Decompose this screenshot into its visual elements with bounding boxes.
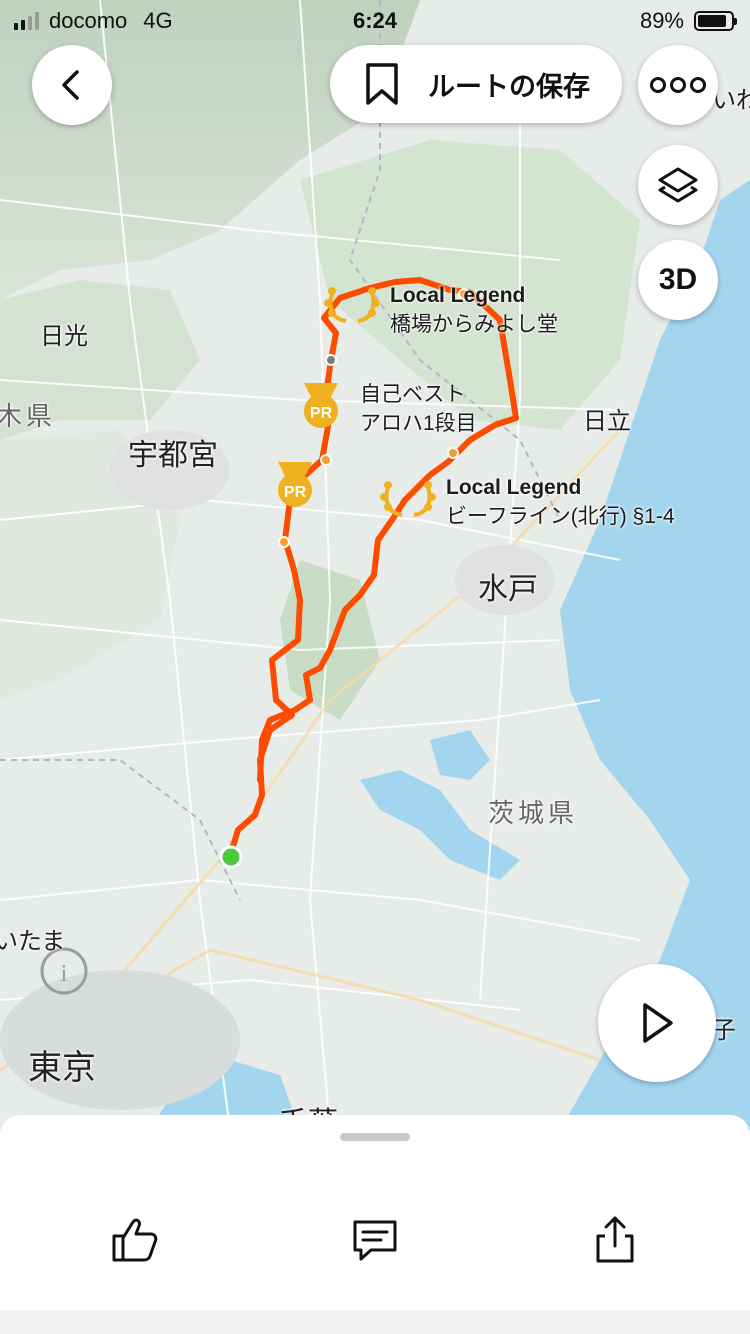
annotation-title: Local Legend (390, 284, 526, 307)
back-button[interactable] (32, 45, 112, 125)
label-hitachi: 日立 (583, 408, 631, 435)
pr-badge: PR (304, 383, 338, 428)
map-layers-button[interactable] (638, 145, 718, 225)
map-canvas: i PR PR (0, 0, 750, 1130)
label-saitama: いたま (0, 928, 66, 955)
battery-icon (694, 11, 737, 31)
bookmark-icon (366, 63, 398, 105)
svg-text:i: i (61, 961, 68, 987)
annotation-subtitle: 橋場からみよし堂 (390, 313, 558, 336)
clock: 6:24 (352, 8, 398, 33)
pr-badge: PR (278, 462, 312, 507)
play-icon (643, 1003, 673, 1043)
label-ibaraki: 茨城県 (488, 798, 579, 828)
share-icon (596, 1216, 634, 1263)
comment-icon (353, 1220, 397, 1261)
comment-button[interactable] (345, 1210, 405, 1270)
annotation-title: Local Legend (446, 476, 582, 499)
annotation-subtitle: アロハ1段目 (360, 412, 477, 435)
annotation-subtitle: ビーフライン(北行) §1-4 (446, 505, 675, 528)
layers-icon (658, 167, 698, 203)
more-button[interactable] (638, 45, 718, 125)
svg-text:PR: PR (310, 405, 333, 422)
status-bar: docomo 4G 6:24 89% (0, 0, 750, 40)
label-utsunomiya: 宇都宮 (128, 439, 218, 472)
save-route-button[interactable]: ルートの保存 (330, 45, 622, 123)
save-route-label: ルートの保存 (428, 71, 590, 102)
sheet-footer (0, 1310, 750, 1334)
kudos-button[interactable] (105, 1210, 165, 1270)
label-tokyo: 東京 (28, 1049, 96, 1087)
route-screen: i PR PR 日光 木県 宇都宮 日立 水戸 茨城県 いたま 東京 いわ 子 … (0, 0, 750, 1334)
battery-percent: 89% (639, 8, 684, 33)
play-flyover-button[interactable] (598, 964, 716, 1082)
annotation-local-legend-1[interactable]: Local Legend 橋場からみよし堂 (390, 281, 558, 339)
route-map[interactable]: i PR PR 日光 木県 宇都宮 日立 水戸 茨城県 いたま 東京 いわ 子 … (0, 0, 750, 1140)
annotation-pr[interactable]: 自己ベスト アロハ1段目 (360, 380, 477, 438)
view-3d-button[interactable]: 3D (638, 240, 718, 320)
sheet-drag-handle[interactable] (340, 1133, 410, 1141)
svg-text:PR: PR (284, 484, 307, 501)
label-tochigi: 木県 (0, 401, 57, 431)
bottom-sheet[interactable] (0, 1115, 750, 1334)
more-icon (650, 77, 706, 93)
thumbs-up-icon (112, 1218, 158, 1262)
start-marker (219, 845, 243, 869)
chevron-left-icon (62, 70, 79, 100)
share-button[interactable] (585, 1210, 645, 1270)
annotation-title: 自己ベスト (360, 383, 466, 406)
annotation-local-legend-2[interactable]: Local Legend ビーフライン(北行) §1-4 (446, 473, 675, 531)
label-nikko: 日光 (40, 323, 88, 350)
label-mito: 水戸 (478, 573, 538, 606)
